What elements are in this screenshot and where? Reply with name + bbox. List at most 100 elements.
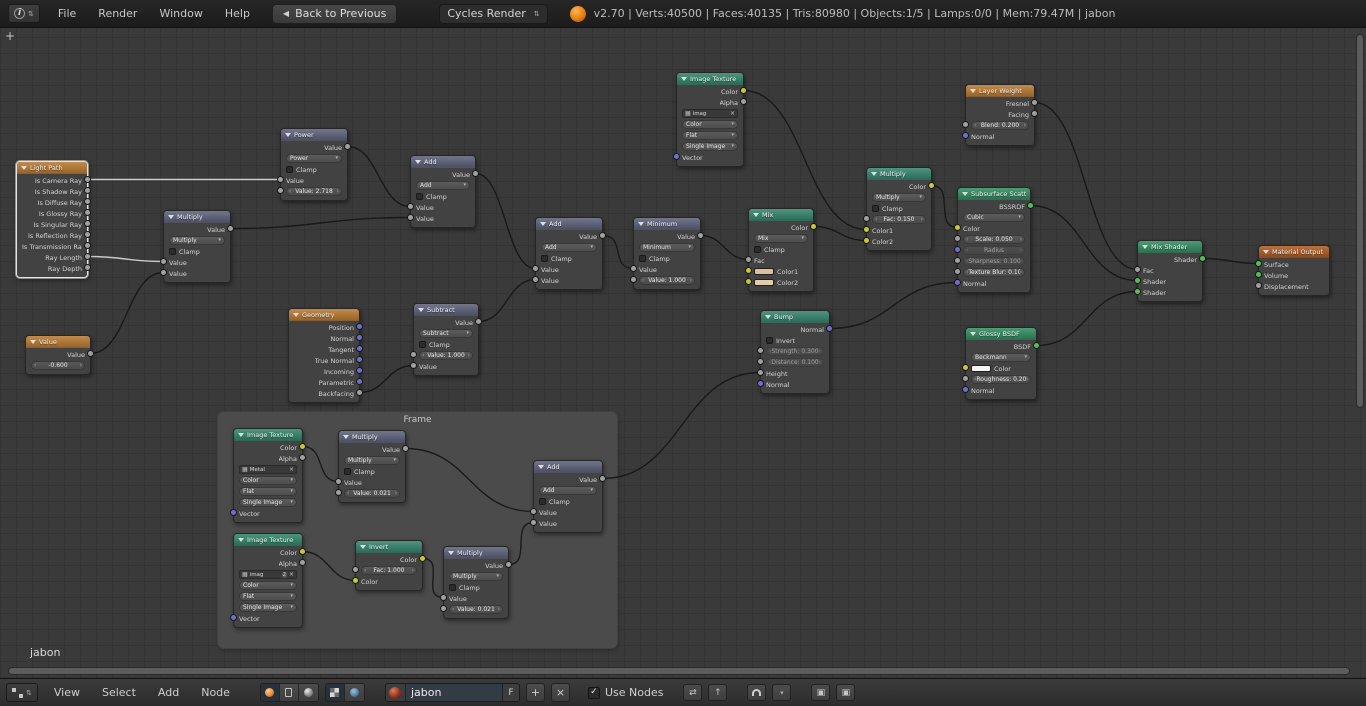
socket-value[interactable] [84, 264, 91, 271]
node-multiply-3[interactable]: Multiply Value Multiply ▾ Clamp Value ‹ Value: … [335, 430, 409, 503]
node-layer-weight[interactable]: Layer Weight Fresnel Facing ‹ Blend: 0.200 › N… [962, 84, 1038, 146]
socket-value[interactable] [356, 389, 363, 396]
socket-value[interactable] [962, 375, 969, 382]
socket-color[interactable] [962, 364, 969, 371]
node-bump[interactable]: Bump Normal Invert ‹ Strength: 0.300 › ‹ Distan… [757, 310, 833, 394]
select-multiply[interactable]: Multiply ▾ [449, 572, 503, 581]
socket-value[interactable] [84, 198, 91, 205]
increment-icon[interactable]: › [498, 606, 500, 613]
horizontal-scrollbar[interactable] [8, 667, 1350, 675]
collapse-icon[interactable] [970, 331, 976, 336]
toolshelf-plus-icon[interactable]: + [5, 30, 15, 42]
number-field-radius[interactable]: ‹ Radius › [963, 246, 1025, 255]
collapse-icon[interactable] [448, 550, 454, 555]
socket-value[interactable] [532, 265, 539, 272]
socket-color[interactable] [928, 182, 935, 189]
unlink-icon[interactable]: × [289, 466, 294, 473]
checkbox-clamp[interactable]: Clamp [872, 205, 903, 213]
increment-icon[interactable]: › [819, 359, 821, 366]
node-image-texture-3[interactable]: Image Texture Color Alpha ▦ imag 2 × Color ▾ Flat… [230, 533, 306, 628]
node-mix-shader[interactable]: Mix Shader Shader Fac Shader Shader [1134, 240, 1206, 302]
checkbox-clamp[interactable]: Clamp [449, 584, 480, 592]
socket-color[interactable] [863, 237, 870, 244]
unlink-material-button[interactable]: × [550, 683, 570, 702]
collapse-icon[interactable] [21, 165, 27, 170]
socket-value[interactable] [84, 242, 91, 249]
select-color[interactable]: Color ▾ [682, 120, 738, 129]
socket-value[interactable] [440, 594, 447, 601]
collapse-icon[interactable] [418, 307, 424, 312]
increment-icon[interactable]: › [819, 348, 821, 355]
fake-user-button[interactable]: F [501, 684, 519, 701]
select-cubic[interactable]: Cubic ▾ [963, 213, 1025, 222]
socket-value[interactable] [472, 170, 479, 177]
users-count-badge[interactable]: 2 [281, 571, 287, 578]
node-geometry[interactable]: Geometry Position Normal Tangent True Normal… [288, 308, 363, 403]
socket-value[interactable] [160, 269, 167, 276]
color-swatch[interactable] [754, 279, 774, 286]
socket-value[interactable] [1255, 282, 1262, 289]
socket-value[interactable] [299, 454, 306, 461]
collapse-icon[interactable] [681, 76, 687, 81]
increment-icon[interactable]: › [1026, 376, 1028, 383]
collapse-icon[interactable] [765, 314, 771, 319]
collapse-icon[interactable] [1142, 244, 1148, 249]
unlink-icon[interactable]: × [289, 571, 294, 578]
material-name-field[interactable]: jabon [406, 686, 502, 699]
number-field-distance[interactable]: ‹ Distance: 0.100 › [766, 358, 824, 367]
collapse-icon[interactable] [638, 221, 644, 226]
socket-color[interactable] [954, 224, 961, 231]
select-single-image[interactable]: Single Image ▾ [682, 142, 738, 151]
socket-color[interactable] [863, 226, 870, 233]
paste-nodes-button[interactable]: ▣ [836, 684, 856, 701]
number-field-blend[interactable]: ‹ Blend: 0.200 › [971, 121, 1029, 130]
new-material-button[interactable]: + [525, 683, 545, 702]
snap-toggle-button[interactable] [747, 684, 767, 701]
select-single-image[interactable]: Single Image ▾ [239, 498, 297, 507]
increment-icon[interactable]: › [1020, 258, 1022, 265]
socket-vector[interactable] [356, 356, 363, 363]
material-browse-button[interactable] [385, 684, 406, 701]
socket-vector[interactable] [962, 386, 969, 393]
number-field-roughness[interactable]: ‹ Roughness: 0.200 › [971, 375, 1031, 384]
unlink-icon[interactable]: × [730, 110, 735, 117]
number-field-texture-blur[interactable]: ‹Texture Blur: 0.100› [963, 268, 1025, 277]
socket-vector[interactable] [230, 509, 237, 516]
select-flat[interactable]: Flat ▾ [239, 487, 297, 496]
socket-value[interactable] [599, 475, 606, 482]
socket-value[interactable] [630, 276, 637, 283]
select-single-image[interactable]: Single Image ▾ [239, 603, 297, 612]
number-field-fac[interactable]: ‹ Fac: 1.000 › [361, 566, 417, 575]
collapse-icon[interactable] [238, 537, 244, 542]
socket-value[interactable] [84, 187, 91, 194]
increment-icon[interactable]: › [412, 567, 414, 574]
menu-add[interactable]: Add [148, 683, 189, 702]
node-editor-area[interactable]: Frame Light Path Is Camera Ray Is Shadow R… [0, 28, 1366, 678]
select-multiply[interactable]: Multiply ▾ [872, 193, 926, 202]
menu-file[interactable]: File [48, 4, 86, 23]
collapse-icon[interactable] [285, 132, 291, 137]
increment-icon[interactable]: › [1020, 269, 1022, 276]
select-add[interactable]: Add ▾ [416, 181, 470, 190]
socket-value[interactable] [84, 220, 91, 227]
socket-value[interactable] [410, 362, 417, 369]
collapse-icon[interactable] [753, 212, 759, 217]
socket-value[interactable] [599, 232, 606, 239]
socket-color[interactable] [299, 548, 306, 555]
select-beckmann[interactable]: Beckmann ▾ [971, 353, 1031, 362]
node-add-3[interactable]: Add Value Add ▾ Clamp Value Value [530, 460, 606, 533]
socket-value[interactable] [863, 215, 870, 222]
socket-value[interactable] [1031, 99, 1038, 106]
select-flat[interactable]: Flat ▾ [682, 131, 738, 140]
increment-icon[interactable]: › [690, 277, 692, 284]
socket-value[interactable] [954, 268, 961, 275]
socket-value[interactable] [532, 276, 539, 283]
number-field-value[interactable]: ‹ Value: 1.000 › [419, 351, 473, 360]
editor-type-info-button[interactable]: i ⇅ [8, 4, 40, 23]
tree-type-shader-button[interactable] [260, 684, 280, 701]
color-swatch[interactable] [971, 365, 991, 372]
menu-help[interactable]: Help [215, 4, 260, 23]
increment-icon[interactable]: › [337, 188, 339, 195]
tree-type-compositing-button[interactable] [279, 684, 299, 701]
number-field-value[interactable]: ‹ Value: 0.021 › [344, 489, 400, 498]
